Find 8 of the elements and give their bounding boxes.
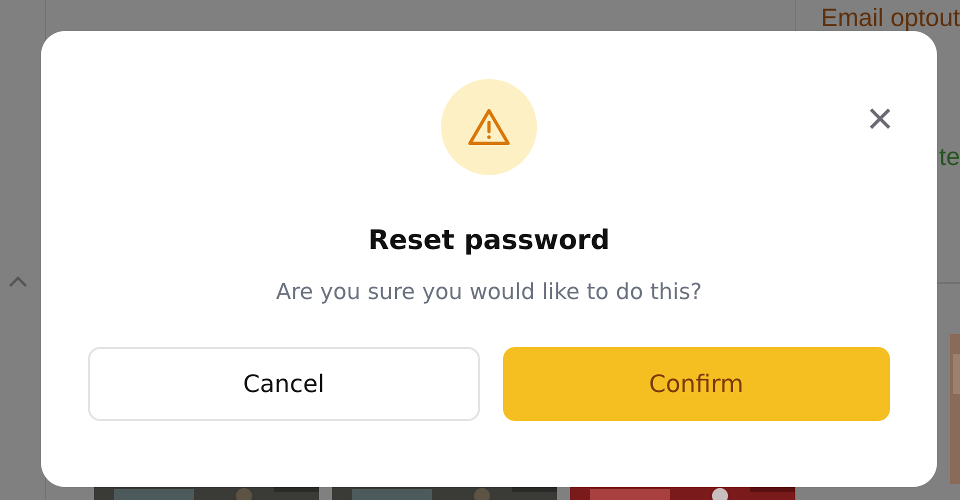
status-text: te: [939, 143, 960, 172]
close-button[interactable]: ×: [863, 99, 897, 137]
cancel-button[interactable]: Cancel: [88, 347, 480, 421]
chevron-up-icon[interactable]: [8, 276, 28, 288]
field-label: Email optout: [820, 3, 960, 33]
confirm-button[interactable]: Confirm: [502, 347, 890, 421]
dialog-title: Reset password: [368, 225, 610, 256]
dialog-message: Are you sure you would like to do this?: [276, 280, 702, 305]
